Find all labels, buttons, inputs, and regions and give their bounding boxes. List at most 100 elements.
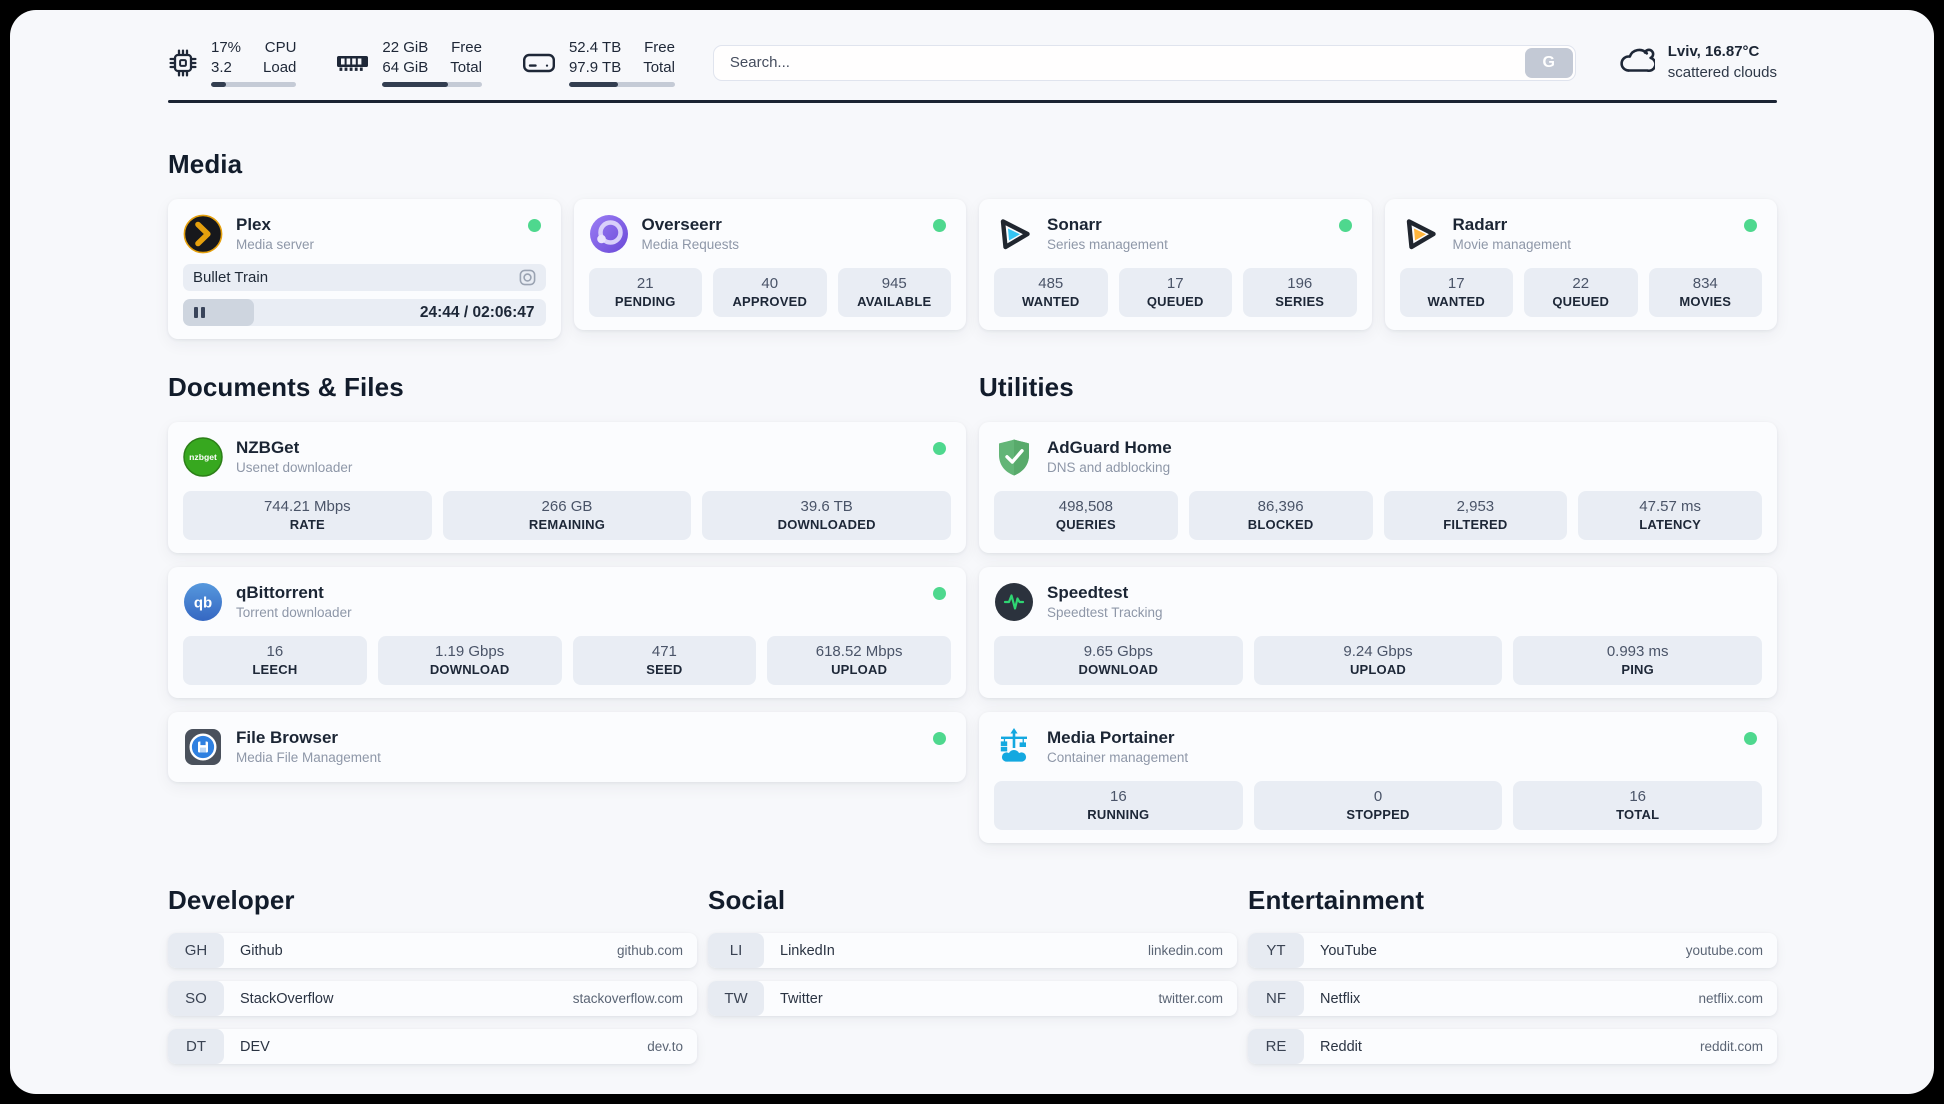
stat-queries: 498,508 QUERIES <box>994 491 1178 540</box>
header-bar: 17% 3.2 CPU Load 22 GiB 64 GiB Free Tota… <box>168 38 1777 87</box>
link-url: dev.to <box>647 1039 683 1054</box>
now-playing-row[interactable]: Bullet Train <box>183 264 546 291</box>
section-social: Social LI LinkedIn linkedin.com TW Twitt… <box>708 885 1237 1029</box>
section-title-developer: Developer <box>168 885 295 915</box>
link-abbr: RE <box>1248 1029 1304 1064</box>
app-card-plex[interactable]: Plex Media server Bullet Train 24:44 / 0… <box>168 199 561 339</box>
storage-stat: 52.4 TB 97.9 TB Free Total <box>522 38 675 87</box>
link-row-youtube[interactable]: YT YouTube youtube.com <box>1248 933 1777 968</box>
stat-running: 16 RUNNING <box>994 781 1243 830</box>
stat-total: 16 TOTAL <box>1513 781 1762 830</box>
storage-progress-fill <box>568 82 618 87</box>
link-abbr: YT <box>1248 933 1304 968</box>
link-abbr: GH <box>168 933 224 968</box>
stat-remaining: 266 GB REMAINING <box>442 491 692 540</box>
stat-approved: 40 APPROVED <box>713 268 827 317</box>
stat-available: 945 AVAILABLE <box>837 268 951 317</box>
cpu-label-top: CPU <box>264 39 297 56</box>
app-card-nzbget[interactable]: nzbget NZBGet Usenet downloader 744.21 M… <box>168 422 966 553</box>
now-playing-title: Bullet Train <box>193 269 269 286</box>
stat-stopped: 0 STOPPED <box>1253 781 1503 830</box>
search-input[interactable] <box>712 44 1576 81</box>
app-card-radarr[interactable]: Radarr Movie management 17 WANTED 22 QUE… <box>1384 199 1777 330</box>
stat-filtered: 2,953 FILTERED <box>1383 491 1568 540</box>
link-row-dev[interactable]: DT DEV dev.to <box>168 1029 697 1064</box>
section-entertainment: Entertainment YT YouTube youtube.com NF … <box>1248 885 1777 1077</box>
app-name: NZBGet <box>236 438 300 458</box>
link-row-netflix[interactable]: NF Netflix netflix.com <box>1248 981 1777 1016</box>
app-card-portainer[interactable]: Media Portainer Container management 16 … <box>979 712 1777 843</box>
hard-drive-icon <box>522 51 556 75</box>
stat-latency: 47.57 ms LATENCY <box>1578 491 1762 540</box>
app-name: Speedtest <box>1047 583 1129 603</box>
app-card-filebrowser[interactable]: File Browser Media File Management <box>168 712 966 782</box>
link-name: Twitter <box>780 990 823 1007</box>
cpu-progress-track <box>211 82 297 87</box>
stat-wanted: 17 WANTED <box>1399 268 1513 317</box>
status-dot <box>1744 732 1757 745</box>
app-card-sonarr[interactable]: Sonarr Series management 485 WANTED 17 Q… <box>979 199 1372 330</box>
stat-download: 1.19 Gbps DOWNLOAD <box>377 636 562 685</box>
app-card-adguard[interactable]: AdGuard Home DNS and adblocking 498,508 … <box>979 422 1777 553</box>
app-card-speedtest[interactable]: Speedtest Speedtest Tracking 9.65 Gbps D… <box>979 567 1777 698</box>
link-abbr: NF <box>1248 981 1304 1016</box>
nzbget-icon: nzbget <box>183 437 223 477</box>
link-abbr: DT <box>168 1029 224 1064</box>
weather-condition: scattered clouds <box>1667 63 1777 81</box>
cpu-label-bottom: Load <box>263 58 297 76</box>
search-engine-button[interactable]: G <box>1524 47 1573 78</box>
stat-queued: 22 QUEUED <box>1524 268 1638 317</box>
storage-total-value: 97.9 TB <box>568 58 622 76</box>
link-row-github[interactable]: GH Github github.com <box>168 933 697 968</box>
memory-progress-fill <box>382 82 449 87</box>
app-name: Plex <box>236 215 271 235</box>
stat-pending: 21 PENDING <box>588 268 702 317</box>
link-row-twitter[interactable]: TW Twitter twitter.com <box>708 981 1237 1016</box>
stat-wanted: 485 WANTED <box>994 268 1108 317</box>
pause-icon[interactable] <box>194 307 205 318</box>
app-card-qbittorrent[interactable]: qb qBittorrent Torrent downloader 16 LEE… <box>168 567 966 698</box>
dashboard-window: 17% 3.2 CPU Load 22 GiB 64 GiB Free Tota… <box>10 10 1934 1094</box>
stat-leech: 16 LEECH <box>183 636 367 685</box>
qbittorrent-icon: qb <box>183 582 223 622</box>
cpu-usage-value: 17% <box>211 39 242 56</box>
link-url: reddit.com <box>1699 1039 1763 1054</box>
media-session-icon <box>519 269 536 286</box>
app-card-overseerr[interactable]: Overseerr Media Requests 21 PENDING 40 A… <box>573 199 966 330</box>
stat-download: 9.65 Gbps DOWNLOAD <box>994 636 1243 685</box>
app-name: Overseerr <box>641 215 722 235</box>
adguard-icon <box>994 437 1034 477</box>
cpu-load-value: 3.2 <box>211 58 232 76</box>
status-dot <box>933 219 946 232</box>
status-dot <box>933 587 946 600</box>
sonarr-icon <box>994 214 1034 254</box>
section-title-entertainment: Entertainment <box>1248 885 1425 915</box>
link-name: StackOverflow <box>240 990 334 1007</box>
link-row-stackoverflow[interactable]: SO StackOverflow stackoverflow.com <box>168 981 697 1016</box>
app-subtitle: Torrent downloader <box>236 604 352 620</box>
section-developer: Developer GH Github github.com SO StackO… <box>168 885 697 1077</box>
section-title-social: Social <box>708 885 786 915</box>
storage-label-bottom: Total <box>643 58 675 76</box>
stat-ping: 0.993 ms PING <box>1513 636 1762 685</box>
app-subtitle: Media server <box>236 236 315 252</box>
link-name: Reddit <box>1320 1038 1362 1055</box>
status-dot <box>933 442 946 455</box>
link-name: YouTube <box>1320 942 1377 959</box>
overseerr-icon <box>589 214 629 254</box>
memory-label-bottom: Total <box>450 58 482 76</box>
weather-location: Lviv, 16.87°C <box>1667 43 1760 61</box>
status-dot <box>1744 219 1757 232</box>
app-subtitle: Usenet downloader <box>236 459 353 475</box>
link-row-reddit[interactable]: RE Reddit reddit.com <box>1248 1029 1777 1064</box>
link-url: youtube.com <box>1685 943 1763 958</box>
playback-progress-row[interactable]: 24:44 / 02:06:47 <box>183 299 546 326</box>
svg-text:qb: qb <box>194 594 212 611</box>
link-url: stackoverflow.com <box>572 991 683 1006</box>
link-row-linkedin[interactable]: LI LinkedIn linkedin.com <box>708 933 1237 968</box>
status-dot <box>933 732 946 745</box>
status-dot <box>1338 219 1352 232</box>
stat-upload: 618.52 Mbps UPLOAD <box>767 636 951 685</box>
section-utilities: Utilities AdGuard Home DNS and adblockin… <box>979 372 1777 843</box>
memory-free-value: 22 GiB <box>382 39 429 56</box>
